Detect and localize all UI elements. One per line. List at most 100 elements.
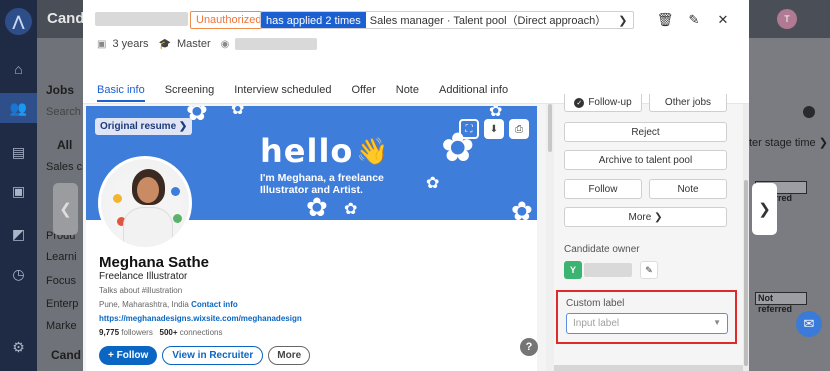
original-resume-button[interactable]: Original resume ❯	[95, 118, 193, 135]
resume-pane: ✿ ✿ ✿ ✿ ✿ ✿ ✿ ✿ Original resume ❯ ⛶ ⬇ ⎙ …	[83, 104, 546, 371]
jobs-search[interactable]: Search	[46, 106, 81, 118]
profile-photo	[98, 156, 192, 250]
print-icon[interactable]: ⎙	[509, 119, 529, 139]
horizontal-scrollbar[interactable]	[554, 365, 743, 371]
previous-candidate-button[interactable]: ❮	[53, 183, 78, 235]
reject-button[interactable]: Reject	[564, 122, 727, 142]
chevron-right-icon: ❯	[618, 15, 628, 27]
all-jobs-item[interactable]: All	[57, 138, 72, 152]
candidates-section[interactable]: Cand	[51, 348, 81, 362]
next-candidate-button[interactable]: ❯	[752, 183, 777, 235]
stage-time-sort[interactable]: ter stage time ❯	[749, 136, 828, 149]
help-icon[interactable]: ?	[520, 338, 538, 356]
waving-hand-icon: 👋	[356, 136, 389, 166]
tab-note[interactable]: Note	[396, 84, 419, 102]
profile-location: Pune, Maharashtra, India	[99, 300, 189, 309]
job-item[interactable]: Sales ci	[46, 161, 85, 173]
contact-info-link[interactable]: Contact info	[191, 300, 238, 309]
profile-website-link[interactable]: https://meghanadesigns.wixsite.com/megha…	[99, 314, 302, 323]
briefcase-icon[interactable]: ▣	[0, 176, 37, 206]
edit-icon[interactable]: ✎	[686, 12, 702, 28]
app-logo-icon[interactable]: ⋀	[5, 8, 32, 35]
banner-tagline: I'm Meghana, a freelance Illustrator and…	[260, 172, 384, 196]
briefcase-icon: ▣	[97, 38, 107, 50]
close-icon[interactable]: ✕	[715, 12, 731, 28]
candidate-name-redacted	[95, 12, 188, 26]
user-avatar[interactable]: T	[777, 9, 797, 29]
profile-talks-about: Talks about #illustration	[99, 286, 183, 295]
job-item[interactable]: Focus	[46, 275, 76, 287]
experience-text: 3 years	[112, 38, 149, 50]
download-icon[interactable]: ⬇	[484, 119, 504, 139]
graduation-cap-icon: 🎓	[158, 38, 171, 50]
candidate-actions-pane: ✓ Follow-up Other jobs Reject Archive to…	[554, 94, 749, 371]
candidate-detail-modal: Unauthorized has applied 2 times Sales m…	[83, 0, 749, 371]
settings-icon[interactable]: ⚙	[0, 332, 37, 362]
applied-count-badge: has applied 2 times	[261, 12, 366, 28]
custom-label-section: Custom label Input label ▼	[556, 290, 737, 344]
tab-screening[interactable]: Screening	[165, 84, 215, 102]
note-button[interactable]: Note	[649, 179, 727, 199]
follow-up-label: Follow-up	[588, 97, 632, 108]
candidate-meta: ▣ 3 years 🎓 Master ◉	[97, 38, 318, 50]
edit-owner-icon[interactable]: ✎	[640, 261, 658, 279]
app-nav-rail: ⋀ ⌂ 👥 ▤ ▣ ◩ ◷ ⚙	[0, 0, 37, 371]
tab-interview-scheduled[interactable]: Interview scheduled	[234, 84, 331, 102]
profile-location-row: Pune, Maharashtra, India Contact info	[99, 300, 238, 309]
report-icon[interactable]: ◩	[0, 219, 37, 249]
flower-decoration: ✿	[489, 106, 503, 120]
actions-scrollbar[interactable]	[743, 104, 749, 371]
applied-jobs-selector[interactable]: has applied 2 times Sales manager · Tale…	[260, 11, 635, 29]
follow-button[interactable]: Follow	[564, 179, 642, 199]
add-circle-icon[interactable]	[803, 106, 815, 118]
banner-hello-text: hello	[260, 132, 354, 170]
custom-label-select[interactable]: Input label ▼	[566, 313, 728, 334]
chat-support-icon[interactable]: ✉	[796, 311, 822, 337]
job-item[interactable]: Marke	[46, 320, 77, 332]
linkedin-follow-button[interactable]: + Follow	[99, 346, 158, 365]
connections-count: 500+	[159, 328, 178, 337]
archive-to-talent-pool-button[interactable]: Archive to talent pool	[564, 150, 727, 170]
followers-label: followers	[121, 328, 153, 337]
trash-icon[interactable]: 🗑	[657, 12, 674, 28]
linkedin-more-button[interactable]: More	[268, 346, 311, 365]
jobs-heading: Jobs	[46, 83, 75, 97]
applied-job-label: Sales manager · Talent pool（Direct appro…	[365, 12, 615, 28]
tab-additional-info[interactable]: Additional info	[439, 84, 508, 102]
custom-label-placeholder: Input label	[573, 318, 620, 329]
resume-scrollbar[interactable]	[546, 104, 554, 371]
profile-name: Meghana Sathe	[99, 254, 210, 271]
clock-icon[interactable]: ◷	[0, 259, 37, 289]
fullscreen-icon[interactable]: ⛶	[459, 119, 479, 139]
flower-decoration: ✿	[344, 201, 358, 218]
tab-basic-info[interactable]: Basic info	[97, 84, 145, 102]
check-icon: ✓	[574, 97, 585, 108]
flower-decoration: ✿	[426, 175, 440, 192]
profile-headline: Freelance Illustrator	[99, 271, 188, 282]
location-redacted	[235, 38, 318, 50]
candidates-icon[interactable]: 👥	[0, 93, 37, 123]
candidate-tabs: Basic info Screening Interview scheduled…	[97, 84, 508, 102]
candidate-owner-label: Candidate owner	[564, 244, 640, 255]
not-referred-badge: Not referred	[755, 292, 807, 314]
job-item[interactable]: Enterp	[46, 298, 78, 310]
tab-offer[interactable]: Offer	[351, 84, 375, 102]
profile-network-stats: 9,775 followers 500+ connections	[99, 328, 222, 337]
owner-avatar: Y	[564, 261, 582, 279]
education-text: Master	[176, 38, 211, 50]
view-in-recruiter-button[interactable]: View in Recruiter	[162, 346, 264, 365]
custom-label-heading: Custom label	[566, 298, 625, 309]
calendar-icon[interactable]: ▤	[0, 137, 37, 167]
flower-decoration: ✿	[511, 196, 533, 220]
chevron-down-icon: ▼	[713, 318, 721, 327]
follow-up-button[interactable]: ✓ Follow-up	[564, 94, 642, 112]
location-pin-icon: ◉	[220, 38, 230, 50]
flower-decoration: ✿	[306, 192, 328, 220]
followers-count: 9,775	[99, 328, 120, 337]
candidate-header: Unauthorized has applied 2 times Sales m…	[83, 0, 749, 104]
more-actions-button[interactable]: More ❯	[564, 207, 727, 227]
home-icon[interactable]: ⌂	[0, 54, 37, 84]
owner-name-redacted	[584, 263, 632, 277]
other-jobs-button[interactable]: Other jobs	[649, 94, 727, 112]
job-item[interactable]: Learni	[46, 251, 77, 263]
